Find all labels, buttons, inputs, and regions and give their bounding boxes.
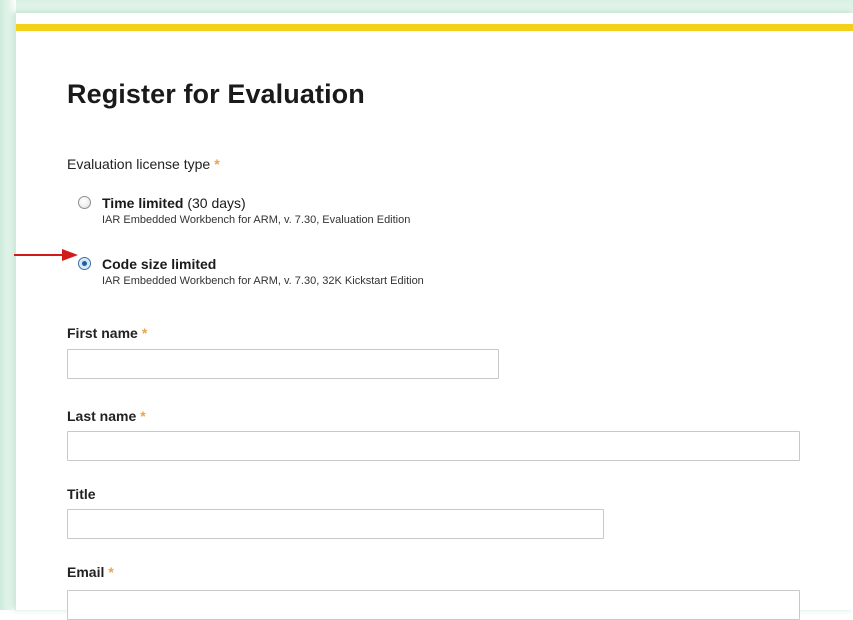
license-option-title: Code size limited [102,256,217,272]
required-marker: * [141,325,148,341]
required-marker: * [108,564,114,580]
title-label: Title [67,486,96,502]
license-type-label-text: Evaluation license type [67,156,211,172]
license-option-description: IAR Embedded Workbench for ARM, v. 7.30,… [102,214,411,226]
last-name-label: Last name * [67,408,146,424]
first-name-input[interactable] [67,349,499,379]
header-accent-bar [16,24,853,31]
license-option-title: Time limited (30 days) [102,195,246,211]
last-name-input[interactable] [67,431,800,461]
annotation-arrow-icon [14,249,78,261]
first-name-label-text: First name [67,325,138,341]
page-title: Register for Evaluation [67,79,365,109]
email-label-text: Email [67,564,105,580]
license-type-label: Evaluation license type * [67,156,220,172]
required-marker: * [140,408,146,424]
window-glow-left [0,0,16,610]
title-input[interactable] [67,509,604,539]
last-name-label-text: Last name [67,408,137,424]
first-name-label: First name * [67,325,147,341]
email-input[interactable] [67,590,800,620]
radio-time-limited[interactable] [78,196,91,209]
license-option-text: Time limited (30 days) IAR Embedded Work… [102,195,410,226]
license-option-text: Code size limited IAR Embedded Workbench… [102,256,424,287]
registration-page: Register for Evaluation Evaluation licen… [15,13,853,620]
radio-code-size-limited[interactable] [78,257,91,270]
title-label-text: Title [67,486,96,502]
license-option-description: IAR Embedded Workbench for ARM, v. 7.30,… [102,275,424,287]
email-label: Email * [67,564,114,580]
required-marker: * [214,156,220,172]
